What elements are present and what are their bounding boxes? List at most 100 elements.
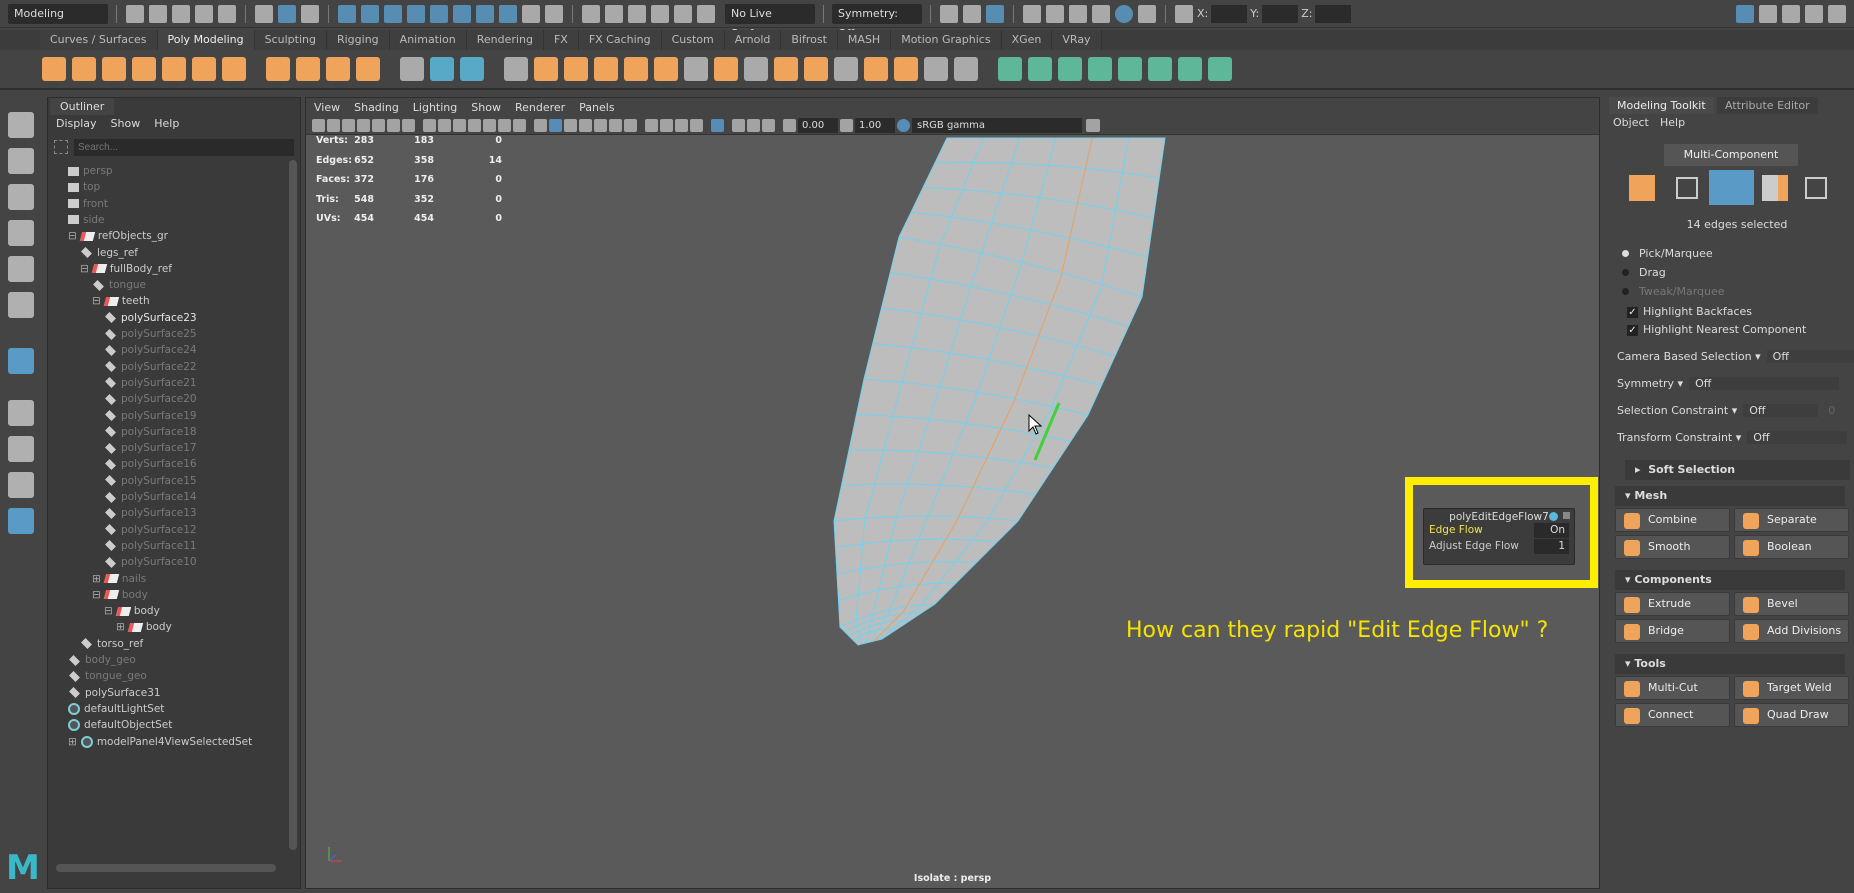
z-field[interactable] [1315,4,1352,23]
rotate-tool-icon[interactable] [8,256,34,282]
bevel-button[interactable]: Bevel [1734,592,1849,616]
ipr-render-icon[interactable] [1069,4,1087,23]
vp-menu-show[interactable]: Show [471,98,501,117]
smooth-shade-icon[interactable] [549,119,562,132]
outliner-item[interactable]: polySurface10 [104,553,197,571]
shelf-tab-rendering[interactable]: Rendering [466,30,544,50]
scale-tool-icon[interactable] [8,292,34,318]
camera-icon[interactable] [312,119,325,132]
outliner-item[interactable]: ⊟ body [104,602,160,620]
uv-mode-icon[interactable] [1805,177,1827,199]
outliner-item[interactable]: persp [68,162,113,180]
color-management-icon[interactable] [897,119,910,132]
exposure-icon[interactable] [783,119,796,132]
add-divisions-button[interactable]: Add Divisions [1734,619,1849,643]
uv-planar-icon[interactable] [998,57,1022,81]
film-gate-icon[interactable] [438,119,451,132]
save-scene-icon[interactable] [172,4,190,23]
shadows-icon[interactable] [624,119,637,132]
outliner-item[interactable]: side [68,211,105,229]
select-curve-icon[interactable] [384,4,402,23]
xray-joints-icon[interactable] [762,119,775,132]
extrude-icon[interactable] [654,57,678,81]
target-weld-icon[interactable] [924,57,948,81]
exposure-field[interactable]: 0.00 [798,118,838,133]
boolean-button[interactable]: Boolean [1734,535,1849,559]
lock-icon[interactable] [522,4,540,23]
snap-view-plane-icon[interactable] [674,4,692,23]
checkbox-highlight-nearest[interactable]: ✓ Highlight Nearest Component [1627,323,1806,336]
isolate-select-icon[interactable] [711,119,724,132]
edge-flow-value[interactable]: On [1534,523,1569,538]
select-handle-icon[interactable] [338,4,356,23]
outliner-item[interactable]: tongue [92,276,146,294]
input-ops-icon[interactable] [940,4,958,23]
uv-editor-icon[interactable] [1148,57,1172,81]
gamma-field[interactable]: 1.00 [855,118,895,133]
sphere-icon[interactable] [42,57,66,81]
anti-aliasing-icon[interactable] [675,119,688,132]
shelf-tab-mash[interactable]: MASH [837,30,892,50]
shelf-tab-custom[interactable]: Custom [661,30,725,50]
select-surface-icon[interactable] [407,4,425,23]
add-divisions-icon[interactable] [744,57,768,81]
live-surface-field[interactable]: No Live Surface [725,3,815,40]
render-frame-icon[interactable] [1046,4,1064,23]
lock-camera-icon[interactable] [327,119,340,132]
outliner-item[interactable]: ⊟ teeth [92,292,150,310]
plane-icon[interactable] [192,57,216,81]
outliner-item[interactable]: defaultLightSet [68,700,164,718]
outliner-tab[interactable]: Outliner [50,98,115,115]
outliner-item[interactable]: polySurface24 [104,341,197,359]
uv-spherical-icon[interactable] [1058,57,1082,81]
x-field[interactable] [1211,4,1248,23]
combine-button[interactable]: Combine [1615,508,1730,532]
render-settings-icon[interactable] [1092,4,1110,23]
menu-object[interactable]: Object [1613,116,1649,129]
depth-of-field-icon[interactable] [690,119,703,132]
outliner-item[interactable]: polySurface14 [104,488,197,506]
motion-blur-icon[interactable] [660,119,673,132]
target-weld-button[interactable]: Target Weld [1734,676,1849,700]
safe-title-icon[interactable] [513,119,526,132]
wireframe-on-shaded-icon[interactable] [579,119,592,132]
select-object-icon[interactable] [278,4,296,23]
shelf-tab-fx[interactable]: FX [543,30,579,50]
expand-icon[interactable]: ⊞ [116,618,125,636]
resolution-gate-icon[interactable] [453,119,466,132]
edge-mode-icon[interactable] [1709,170,1754,205]
outliner-item[interactable]: ⊞ body [116,618,172,636]
fill-hole-icon[interactable] [774,57,798,81]
collapse-icon[interactable]: ⊟ [80,260,89,278]
expand-icon[interactable]: ⊞ [92,570,101,588]
wedge-icon[interactable] [864,57,888,81]
multi-component-button[interactable]: Multi-Component [1664,144,1798,166]
expand-icon[interactable]: ⊞ [68,733,77,751]
menu-icon[interactable] [1563,512,1570,519]
shelf-tab-arnold[interactable]: Arnold [724,30,782,50]
disc-icon[interactable] [222,57,246,81]
outliner-item[interactable]: legs_ref [80,244,138,262]
shelf-tab-poly-modeling[interactable]: Poly Modeling [157,30,255,50]
open-scene-icon[interactable] [149,4,167,23]
selection-constraint[interactable]: Selection Constraint ▾ Off 0 [1617,404,1835,417]
outliner-item[interactable]: polySurface18 [104,423,197,441]
vp-menu-panels[interactable]: Panels [579,98,614,117]
undo-icon[interactable] [195,4,213,23]
field-chart-icon[interactable] [483,119,496,132]
shelf-tab-vray[interactable]: VRay [1052,30,1102,50]
outliner-item[interactable]: polySurface16 [104,455,197,473]
snap-projected-center-icon[interactable] [651,4,669,23]
shelf-tab-motion-graphics[interactable]: Motion Graphics [891,30,1002,50]
character-controls-icon[interactable] [1759,4,1777,23]
pause-icon[interactable] [1138,4,1156,23]
radio-tweak-marquee[interactable]: Tweak/Marquee [1622,285,1725,298]
uv-cylindrical-icon[interactable] [1028,57,1052,81]
xray-icon[interactable] [732,119,745,132]
shelf-tab-sculpting[interactable]: Sculpting [254,30,327,50]
svg-icon[interactable] [356,57,380,81]
vp-menu-renderer[interactable]: Renderer [515,98,565,117]
select-component-icon[interactable] [301,4,319,23]
shelf-tab-bifrost[interactable]: Bifrost [781,30,838,50]
select-joint-icon[interactable] [361,4,379,23]
